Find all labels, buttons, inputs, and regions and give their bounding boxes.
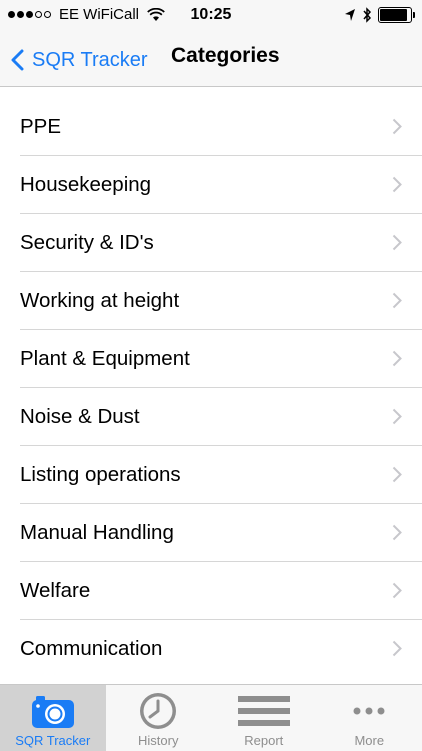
status-bar: EE WiFiCall 10:25 bbox=[0, 0, 422, 34]
list-item-label: Welfare bbox=[20, 579, 90, 603]
list-item[interactable]: Working at height bbox=[20, 272, 422, 330]
back-button-label: SQR Tracker bbox=[32, 49, 148, 72]
list-item-label: Plant & Equipment bbox=[20, 347, 190, 371]
page-title: Categories bbox=[171, 44, 280, 68]
list-item-label: Manual Handling bbox=[20, 521, 174, 545]
tab-label: Report bbox=[244, 733, 283, 748]
tab-label: More bbox=[354, 733, 384, 748]
back-button[interactable]: SQR Tracker bbox=[10, 42, 148, 78]
list-item[interactable]: Listing operations bbox=[20, 446, 422, 504]
list-item-label: Housekeeping bbox=[20, 173, 151, 197]
chevron-right-icon bbox=[392, 234, 402, 251]
tab-bar: SQR Tracker History Report bbox=[0, 684, 422, 751]
location-arrow-icon bbox=[344, 8, 356, 22]
list-item[interactable]: PPE bbox=[20, 98, 422, 156]
tab-history[interactable]: History bbox=[106, 685, 212, 751]
chevron-right-icon bbox=[392, 350, 402, 367]
chevron-right-icon bbox=[392, 640, 402, 657]
list-item[interactable]: Communication bbox=[20, 620, 422, 677]
category-list: PPE Housekeeping Security & ID's Working… bbox=[0, 98, 422, 677]
status-right bbox=[344, 7, 412, 23]
chevron-right-icon bbox=[392, 582, 402, 599]
list-item-label: Listing operations bbox=[20, 463, 181, 487]
tab-sqr-tracker[interactable]: SQR Tracker bbox=[0, 685, 106, 751]
list-item-label: Noise & Dust bbox=[20, 405, 140, 429]
list-item-label: Working at height bbox=[20, 289, 179, 313]
clock-icon bbox=[138, 691, 178, 731]
battery-icon bbox=[378, 7, 412, 23]
list-item[interactable]: Manual Handling bbox=[20, 504, 422, 562]
report-icon bbox=[238, 693, 290, 729]
tab-label: SQR Tracker bbox=[15, 733, 90, 748]
list-item[interactable]: Housekeeping bbox=[20, 156, 422, 214]
chevron-right-icon bbox=[392, 408, 402, 425]
chevron-right-icon bbox=[392, 292, 402, 309]
tab-label: History bbox=[138, 733, 178, 748]
list-item[interactable]: Noise & Dust bbox=[20, 388, 422, 446]
chevron-left-icon bbox=[10, 49, 24, 71]
list-item-label: PPE bbox=[20, 115, 61, 139]
tab-report[interactable]: Report bbox=[211, 685, 317, 751]
list-item[interactable]: Security & ID's bbox=[20, 214, 422, 272]
list-item[interactable]: Welfare bbox=[20, 562, 422, 620]
tab-more[interactable]: More bbox=[317, 685, 422, 751]
more-icon bbox=[352, 706, 386, 716]
list-item-label: Communication bbox=[20, 637, 162, 661]
chevron-right-icon bbox=[392, 118, 402, 135]
list-item-label: Security & ID's bbox=[20, 231, 154, 255]
list-item[interactable]: Plant & Equipment bbox=[20, 330, 422, 388]
chevron-right-icon bbox=[392, 466, 402, 483]
camera-icon bbox=[30, 693, 76, 729]
chevron-right-icon bbox=[392, 524, 402, 541]
bluetooth-icon bbox=[362, 7, 372, 23]
navigation-bar: SQR Tracker Categories bbox=[0, 34, 422, 87]
chevron-right-icon bbox=[392, 176, 402, 193]
